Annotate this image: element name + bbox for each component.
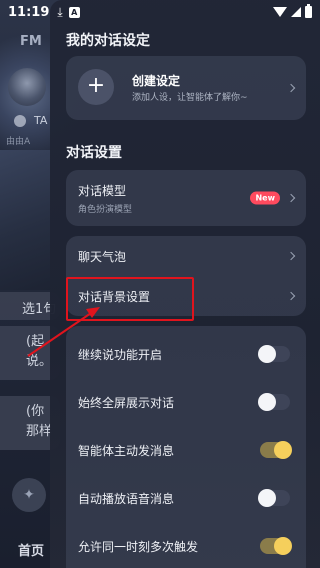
toggle-label: 自动播放语音消息	[78, 491, 175, 506]
toggle-switch[interactable]	[258, 489, 290, 507]
toggle-row: 允许同一时刻多次触发	[66, 522, 306, 568]
toggle-knob	[258, 345, 276, 363]
toggle-settings-card: 继续说功能开启 始终全屏展示对话 智能体主动发消息 自动播放语音消息允许同一时刻多次触…	[66, 326, 306, 568]
section-title-my-settings: 我的对话设定	[66, 33, 150, 49]
plus-icon: +	[78, 69, 114, 105]
wifi-icon	[273, 7, 287, 17]
dialog-model-label: 对话模型	[78, 183, 127, 198]
status-time: 11:19	[8, 4, 50, 20]
dialog-model-row[interactable]: 对话模型 角色扮演模型 New	[66, 170, 306, 226]
status-bar: 11:19 ⤓ A	[0, 0, 320, 24]
toggle-row: 智能体主动发消息	[66, 426, 306, 474]
annotation-highlight-box	[66, 277, 194, 321]
character-sub: 由由A	[6, 137, 31, 147]
create-setting-title: 创建设定	[132, 74, 181, 88]
toggle-row: 始终全屏展示对话	[66, 378, 306, 426]
toggle-label: 始终全屏展示对话	[78, 395, 175, 410]
new-badge: New	[250, 191, 280, 205]
toggle-switch[interactable]	[258, 393, 290, 411]
toggle-label: 允许同一时刻多次触发	[78, 539, 199, 554]
character-name: TA	[34, 114, 48, 127]
chat-bubble-row[interactable]: 聊天气泡	[66, 236, 306, 276]
toggle-switch[interactable]	[260, 441, 292, 459]
toggle-row: 继续说功能开启	[66, 330, 306, 378]
toggle-knob	[274, 441, 292, 459]
home-tab[interactable]: 首页	[18, 540, 44, 559]
chevron-right-icon	[286, 83, 296, 93]
chevron-right-icon	[286, 251, 296, 261]
chat-bubble-label: 聊天气泡	[78, 249, 127, 264]
fm-label: FM	[20, 34, 42, 49]
create-setting-desc: 添加人设，让智能体了解你~	[132, 93, 248, 103]
download-icon: ⤓	[57, 4, 63, 19]
signal-icon	[291, 7, 301, 17]
toggle-knob	[274, 537, 292, 555]
avatar	[8, 68, 46, 106]
toggle-label: 智能体主动发消息	[78, 443, 175, 458]
section-title-dialog-settings: 对话设置	[66, 145, 122, 161]
chevron-right-icon	[286, 291, 296, 301]
toggle-row: 自动播放语音消息	[66, 474, 306, 522]
toggle-knob	[258, 393, 276, 411]
dialog-model-sub: 角色扮演模型	[78, 204, 133, 215]
toggle-switch[interactable]	[258, 345, 290, 363]
notification-icon: A	[68, 6, 80, 18]
sparkle-icon[interactable]: ✦	[12, 478, 46, 512]
create-setting-card[interactable]: + 创建设定 添加人设，让智能体了解你~	[66, 56, 306, 120]
battery-icon	[305, 4, 312, 18]
toggle-switch[interactable]	[260, 537, 292, 555]
toggle-label: 继续说功能开启	[78, 347, 163, 362]
toggle-knob	[258, 489, 276, 507]
character-icon	[14, 115, 26, 127]
